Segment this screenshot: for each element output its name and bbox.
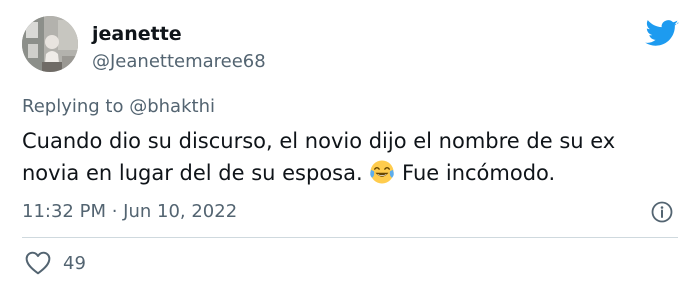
replying-to-label: Replying to	[22, 96, 124, 117]
tweet-card: jeanette @Jeanettemaree68 Replying to @b…	[0, 0, 700, 288]
replying-to: Replying to @bhakthi	[22, 95, 215, 119]
divider	[22, 237, 678, 238]
tweet-text-part2: Fue incómodo.	[402, 161, 556, 185]
reply-mention-link[interactable]: @bhakthi	[129, 96, 215, 117]
avatar[interactable]	[22, 16, 78, 72]
face-with-tears-of-joy-emoji	[370, 160, 395, 184]
twitter-bird-icon[interactable]	[645, 20, 679, 48]
like-count: 49	[63, 253, 86, 274]
tweet-text: Cuando dio su discurso, el novio dijo el…	[22, 125, 672, 189]
user-handle[interactable]: @Jeanettemaree68	[92, 50, 266, 74]
heart-icon[interactable]	[25, 251, 51, 275]
tweet-timestamp[interactable]: 11:32 PM · Jun 10, 2022	[22, 200, 237, 224]
avatar-photo	[22, 16, 78, 72]
info-icon[interactable]	[650, 200, 674, 224]
display-name[interactable]: jeanette	[92, 22, 182, 46]
